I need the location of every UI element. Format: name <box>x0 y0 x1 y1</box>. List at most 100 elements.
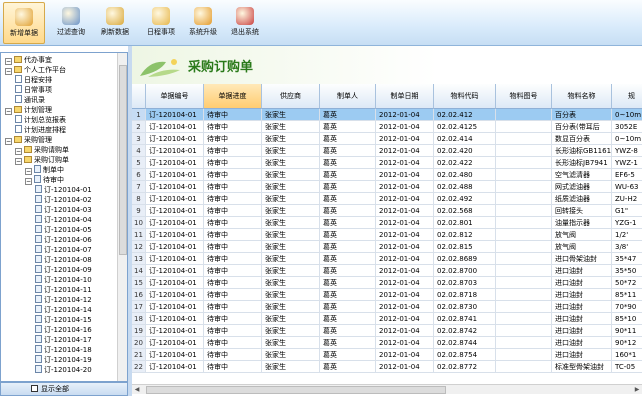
row-number[interactable]: 16 <box>132 289 146 301</box>
toolbar-button-3[interactable]: 刷新数据 <box>94 2 136 44</box>
grid-scroll-thumb[interactable] <box>146 386 446 394</box>
table-cell[interactable]: 葛英 <box>320 229 376 241</box>
table-cell[interactable]: 订-120104-01 <box>146 133 204 145</box>
row-number[interactable]: 17 <box>132 301 146 313</box>
table-cell[interactable]: 葛英 <box>320 265 376 277</box>
table-cell[interactable]: 02.02.492 <box>434 193 496 205</box>
table-row[interactable]: 6 订-120104-01 待审中 张家生 葛英 2012-01-04 02.02.480 空… <box>132 169 642 181</box>
table-cell[interactable]: 02.02.420 <box>434 145 496 157</box>
table-cell[interactable]: 2012-01-04 <box>376 349 434 361</box>
table-cell[interactable]: 葛英 <box>320 205 376 217</box>
table-cell[interactable]: 待审中 <box>204 193 262 205</box>
table-cell[interactable]: 葛英 <box>320 289 376 301</box>
table-cell[interactable]: 数显百分表 <box>552 133 612 145</box>
table-cell[interactable]: 进口油封 <box>552 289 612 301</box>
table-cell[interactable]: 葛英 <box>320 157 376 169</box>
table-cell[interactable]: 0~10m <box>612 133 642 145</box>
table-cell[interactable]: 葛英 <box>320 313 376 325</box>
table-cell[interactable]: 2012-01-04 <box>376 193 434 205</box>
table-cell[interactable]: 02.02.801 <box>434 217 496 229</box>
table-cell[interactable]: 1/2' <box>612 229 642 241</box>
table-cell[interactable]: 02.02.8703 <box>434 277 496 289</box>
column-header[interactable]: 物料代码 <box>434 84 496 109</box>
table-cell[interactable] <box>496 277 552 289</box>
table-cell[interactable] <box>496 361 552 373</box>
table-cell[interactable]: 张家生 <box>262 205 320 217</box>
column-header[interactable]: 供应商 <box>262 84 320 109</box>
table-cell[interactable]: 百分表(带耳后 <box>552 121 612 133</box>
table-cell[interactable]: 2012-01-04 <box>376 121 434 133</box>
expand-toggle-icon[interactable]: − <box>15 158 22 165</box>
table-cell[interactable]: 空气滤清器 <box>552 169 612 181</box>
table-cell[interactable]: 油量指示器 <box>552 217 612 229</box>
table-cell[interactable]: YZG-1 <box>612 217 642 229</box>
table-cell[interactable]: 张家生 <box>262 133 320 145</box>
table-cell[interactable] <box>496 109 552 121</box>
table-row[interactable]: 12 订-120104-01 待审中 张家生 葛英 2012-01-04 02.02.815… <box>132 241 642 253</box>
row-number[interactable]: 18 <box>132 313 146 325</box>
table-cell[interactable]: 2012-01-04 <box>376 169 434 181</box>
table-cell[interactable] <box>496 145 552 157</box>
table-cell[interactable]: 张家生 <box>262 265 320 277</box>
table-cell[interactable]: 35*50 <box>612 265 642 277</box>
table-cell[interactable]: 待审中 <box>204 253 262 265</box>
table-cell[interactable]: 02.02.8718 <box>434 289 496 301</box>
table-cell[interactable]: 待审中 <box>204 133 262 145</box>
table-row[interactable]: 22 订-120104-01 待审中 张家生 葛英 2012-01-04 02.02.877… <box>132 361 642 373</box>
table-cell[interactable]: 订-120104-01 <box>146 157 204 169</box>
table-cell[interactable]: 待审中 <box>204 325 262 337</box>
table-cell[interactable]: 进口油封 <box>552 277 612 289</box>
scroll-right-icon[interactable]: ▶ <box>632 385 642 395</box>
table-row[interactable]: 4 订-120104-01 待审中 张家生 葛英 2012-01-04 02.02.420 长… <box>132 145 642 157</box>
table-cell[interactable]: 订-120104-01 <box>146 265 204 277</box>
table-cell[interactable] <box>496 133 552 145</box>
table-cell[interactable]: 2012-01-04 <box>376 241 434 253</box>
table-row[interactable]: 5 订-120104-01 待审中 张家生 葛英 2012-01-04 02.02.422 长… <box>132 157 642 169</box>
table-row[interactable]: 20 订-120104-01 待审中 张家生 葛英 2012-01-04 02.02.874… <box>132 337 642 349</box>
table-cell[interactable] <box>496 265 552 277</box>
table-cell[interactable]: 张家生 <box>262 121 320 133</box>
grid-horizontal-scrollbar[interactable]: ◀ ▶ <box>132 384 642 394</box>
table-cell[interactable]: 张家生 <box>262 361 320 373</box>
column-header[interactable]: 制单人 <box>320 84 376 109</box>
navigation-tree[interactable]: − 代办事宜 − 个人工作平台 日程安排 日常事项 通讯录 − 计划管理 计划总览报表 计划进度排程… <box>0 52 128 382</box>
table-cell[interactable]: 0~10m <box>612 109 642 121</box>
expand-toggle-icon[interactable]: − <box>25 168 32 175</box>
table-cell[interactable]: 待审中 <box>204 241 262 253</box>
table-cell[interactable]: 进口骨架油封 <box>552 253 612 265</box>
table-cell[interactable]: 张家生 <box>262 229 320 241</box>
table-cell[interactable]: 2012-01-04 <box>376 313 434 325</box>
row-number[interactable]: 8 <box>132 193 146 205</box>
table-cell[interactable]: TC-05 <box>612 361 642 373</box>
toolbar-button-4[interactable]: 日程事项 <box>140 2 182 44</box>
table-cell[interactable]: 待审中 <box>204 217 262 229</box>
table-cell[interactable]: 订-120104-01 <box>146 313 204 325</box>
table-cell[interactable]: 待审中 <box>204 109 262 121</box>
table-cell[interactable]: 回转接头 <box>552 205 612 217</box>
table-cell[interactable]: 张家生 <box>262 217 320 229</box>
table-cell[interactable]: 订-120104-01 <box>146 253 204 265</box>
table-cell[interactable]: 订-120104-01 <box>146 361 204 373</box>
table-cell[interactable]: 02.02.8700 <box>434 265 496 277</box>
table-cell[interactable]: 张家生 <box>262 301 320 313</box>
table-cell[interactable]: 订-120104-01 <box>146 349 204 361</box>
table-cell[interactable]: 3052E <box>612 121 642 133</box>
table-cell[interactable]: 订-120104-01 <box>146 109 204 121</box>
table-cell[interactable]: 葛英 <box>320 133 376 145</box>
table-cell[interactable]: 2012-01-04 <box>376 325 434 337</box>
table-cell[interactable]: 2012-01-04 <box>376 181 434 193</box>
table-cell[interactable]: 葛英 <box>320 325 376 337</box>
toolbar-button-1[interactable]: 新增单据 <box>3 2 45 44</box>
table-cell[interactable]: 张家生 <box>262 289 320 301</box>
toolbar-button-6[interactable]: 退出系统 <box>224 2 266 44</box>
table-cell[interactable]: 张家生 <box>262 313 320 325</box>
table-cell[interactable]: 2012-01-04 <box>376 145 434 157</box>
table-cell[interactable]: WU-63 <box>612 181 642 193</box>
table-cell[interactable]: 订-120104-01 <box>146 205 204 217</box>
table-row[interactable]: 10 订-120104-01 待审中 张家生 葛英 2012-01-04 02.02.801… <box>132 217 642 229</box>
tree-vertical-scrollbar[interactable] <box>117 53 127 381</box>
purchase-order-grid[interactable]: 单据编号 单据进度 供应商 制单人 制单日期 物料代码 物料图号 物料名称规 1 订-120104… <box>132 84 642 384</box>
row-number[interactable]: 10 <box>132 217 146 229</box>
scroll-left-icon[interactable]: ◀ <box>132 385 142 395</box>
table-cell[interactable] <box>496 301 552 313</box>
